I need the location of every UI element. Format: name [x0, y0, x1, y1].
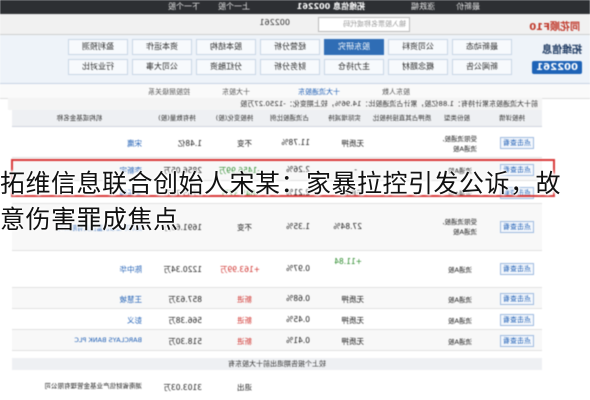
exited-holder-name: 湖南省财信产业基金管理有限公司 — [44, 382, 143, 390]
holder-ratio: 0.45% — [286, 315, 310, 324]
detail-button[interactable]: 点击查看 — [500, 263, 534, 275]
th-actual: 实际增减持 — [328, 114, 361, 122]
holder-name[interactable]: 宋鹰 — [127, 138, 142, 149]
nav-announcements[interactable]: 新闻公告 — [452, 59, 512, 75]
table-header: 机构或基金名称 持有数量(股) 持股变化(股) 占流通股比例 实际增减持 质押占… — [12, 110, 542, 127]
next-stock-link[interactable]: 下一个股 — [168, 0, 200, 14]
detail-button[interactable]: 点击查看 — [500, 314, 534, 326]
holder-shares: 518.30万 — [168, 337, 202, 346]
exited-holders-row: 湖南省财信产业基金管理有限公司 3103.03万 退出 — [12, 370, 542, 400]
holder-share-type: 流通A股 — [448, 296, 472, 304]
th-pledge: 质押占其直接持股比 — [372, 114, 432, 122]
holder-ratio: 0.97% — [286, 264, 310, 273]
table-row: 陈中华 1220.34万 +163.99万 0.97% +11.84 流通A股 … — [12, 251, 542, 288]
search-placeholder: 输入股票名称或代码 — [343, 20, 406, 28]
nav-grid: 最新动态 公司资料 股东研究 经营分析 股本结构 资本运作 盈利预测 新闻公告 … — [8, 39, 512, 79]
stock-title: 拓维信息 002261 — [296, 2, 365, 11]
toolbar-stock-code: 002261 — [259, 18, 290, 27]
sub-nav: 股东人数 十大流通股东 十大股东 控股层级关系 — [0, 84, 590, 99]
holder-actual: +11.84 — [334, 257, 362, 266]
nav-concepts[interactable]: 概念题材 — [388, 59, 448, 75]
holder-change: +163.99万 — [219, 265, 260, 274]
headline-line-2: 意伤害罪成焦点 — [0, 205, 179, 234]
subnav-holder-count[interactable]: 股东人数 — [382, 87, 410, 97]
exited-holders-band: 较上个报告期退出前十大股东有 — [12, 358, 542, 370]
stock-search-input[interactable]: 输入股票名称或代码 — [318, 17, 410, 32]
holder-change: 不变 — [237, 139, 252, 148]
holder-name[interactable]: 王慧坡 — [120, 294, 143, 305]
top-item-change: 涨跌幅 — [411, 2, 435, 11]
top-item-price: 最新价 — [456, 2, 480, 11]
app-logo: 同花顺F10 — [529, 22, 580, 33]
holder-shares: 1.48亿 — [177, 139, 202, 148]
nav-dividends[interactable]: 分红融资 — [196, 59, 256, 75]
th-shares: 持有数量(股) — [158, 114, 196, 122]
nav-company-events[interactable]: 公司大事 — [132, 59, 192, 75]
holder-name[interactable]: BARCLAYS BANK PLC — [74, 336, 142, 344]
nav-forecast[interactable]: 盈利预测 — [68, 39, 128, 55]
table-row: BARCLAYS BANK PLC 518.30万 新进 0.41% 无质押 流… — [12, 330, 542, 351]
f10-nav: 拓维信息 002261 最新动态 公司资料 股东研究 经营分析 股本结构 资本运… — [0, 35, 590, 84]
subnav-top10[interactable]: 十大股东 — [222, 87, 250, 97]
th-share-type: 股份类型 — [444, 114, 470, 122]
holder-ratio: 0.68% — [286, 294, 310, 303]
holder-actual: 无质押 — [341, 295, 365, 304]
subnav-control-chain[interactable]: 控股层级关系 — [148, 87, 190, 97]
holder-share-type: 流通A股 — [448, 266, 472, 274]
holder-shares: 857.63万 — [168, 295, 202, 304]
nav-company-profile[interactable]: 公司资料 — [388, 39, 448, 55]
holder-name[interactable]: 陈中华 — [120, 264, 143, 275]
table-caption: 前十大流通股东累计持有：1.88亿股，累计占流通股比：14.96%，较上期变化：… — [8, 98, 542, 110]
nav-financials[interactable]: 财务分析 — [260, 59, 320, 75]
nav-business-analysis[interactable]: 经营分析 — [260, 39, 320, 55]
holder-ratio: 11.78% — [281, 138, 310, 147]
th-change: 持股变化(股) — [215, 114, 254, 122]
th-ratio: 占流通股比例 — [270, 114, 309, 122]
nav-shareholder-research[interactable]: 股东研究 — [324, 39, 384, 55]
nav-main-holdings[interactable]: 主力持仓 — [324, 59, 384, 75]
holder-share-type: 流通A股 — [448, 338, 472, 346]
holder-shares: 1220.34万 — [163, 265, 202, 274]
nav-latest-news[interactable]: 最新动态 — [452, 39, 512, 55]
subnav-top10-float[interactable]: 十大流通股东 — [298, 87, 340, 97]
shareholder-table: 前十大流通股东累计持有：1.88亿股，累计占流通股比：14.96%，较上期变化：… — [8, 98, 542, 400]
nav-share-structure[interactable]: 股本结构 — [196, 39, 256, 55]
detail-button[interactable]: 点击查看 — [500, 137, 534, 149]
holder-change: 新进 — [237, 337, 252, 346]
holder-ratio: 0.41% — [286, 336, 310, 345]
table-row: 王慧坡 857.63万 新进 0.68% 无质押 流通A股 点击查看 — [12, 288, 542, 309]
news-headline-overlay: 拓维信息联合创始人宋某：家暴拉控引发公诉，故 意伤害罪成焦点 — [0, 160, 590, 240]
holder-actual: 无质押 — [341, 139, 365, 148]
exited-holder-shares: 3103.03万 — [163, 383, 202, 392]
holder-actual: 无质押 — [341, 337, 365, 346]
th-detail: 持股详情 — [499, 114, 525, 122]
nav-industry-compare[interactable]: 行业对比 — [68, 59, 128, 75]
th-holder-name: 机构或基金名称 — [56, 114, 103, 122]
holder-change: 新进 — [237, 295, 252, 304]
brand-code: 002261 — [532, 61, 582, 74]
exited-holder-change: 退出 — [237, 383, 252, 392]
holder-actual: 无质押 — [341, 316, 365, 325]
headline-line-1: 拓维信息联合创始人宋某：家暴拉控引发公诉，故 — [0, 169, 562, 198]
detail-button[interactable]: 点击查看 — [500, 293, 534, 305]
holder-shares: 566.38万 — [168, 316, 202, 325]
top-bar: 拓维信息 002261 最新价 涨跌幅 上一个股 下一个股 — [0, 0, 590, 14]
table-row: 彭义 566.38万 新进 0.45% 无质押 流通A股 点击查看 — [12, 309, 542, 330]
toolbar: 同花顺F10 输入股票名称或代码 002261 — [0, 14, 590, 35]
holder-share-type: 受限流通股,流通A股 — [442, 135, 477, 153]
brand-name: 拓维信息 — [542, 45, 582, 56]
holder-change: 新进 — [237, 316, 252, 325]
holder-name[interactable]: 彭义 — [127, 315, 142, 326]
nav-capital-ops[interactable]: 资本运作 — [132, 39, 192, 55]
detail-button[interactable]: 点击查看 — [500, 335, 534, 347]
holder-share-type: 流通A股 — [448, 317, 472, 325]
table-row: 宋鹰 1.48亿 不变 11.78% 无质押 受限流通股,流通A股 点击查看 — [12, 127, 542, 158]
stock-brand: 拓维信息 002261 — [516, 39, 582, 79]
prev-stock-link[interactable]: 上一个股 — [218, 0, 250, 14]
